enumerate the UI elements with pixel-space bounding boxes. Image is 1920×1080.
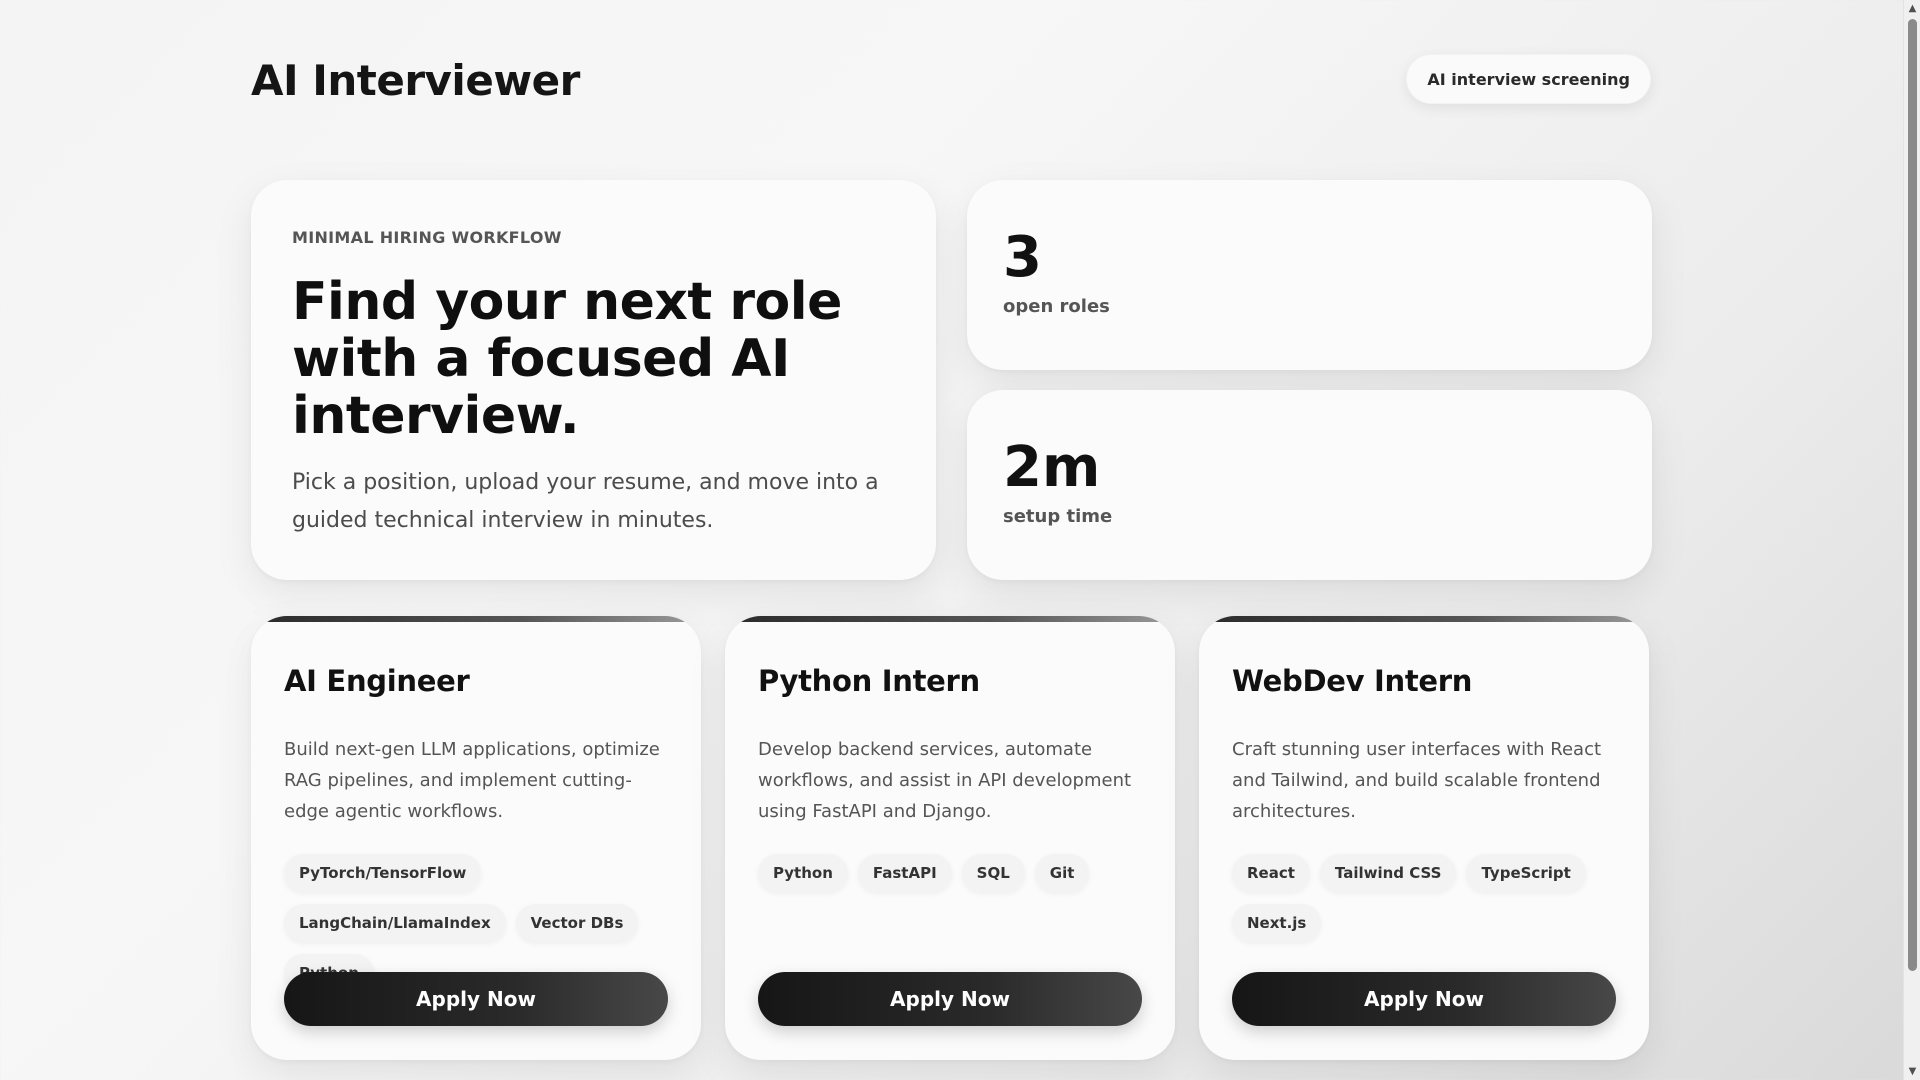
- job-description: Craft stunning user interfaces with Reac…: [1232, 739, 1602, 822]
- apply-now-button-ai-engineer[interactable]: Apply Now: [284, 972, 668, 1026]
- skill-tag: Next.js: [1232, 904, 1322, 942]
- vertical-scrollbar[interactable]: ▲ ▼: [1903, 0, 1920, 1080]
- stat-value: 3: [1003, 225, 1042, 290]
- job-description: Build next-gen LLM applications, optimiz…: [284, 739, 660, 822]
- skill-tag: React: [1232, 854, 1310, 892]
- hero-description: Pick a position, upload your resume, and…: [292, 470, 879, 533]
- job-description: Develop backend services, automate workf…: [758, 739, 1132, 822]
- stat-label: setup time: [1003, 506, 1113, 527]
- hero-eyebrow: MINIMAL HIRING WORKFLOW: [292, 228, 562, 247]
- skill-tag: Vector DBs: [515, 904, 639, 942]
- job-title: Python Intern: [758, 664, 980, 698]
- apply-now-button-webdev-intern[interactable]: Apply Now: [1232, 972, 1616, 1026]
- screening-badge: AI interview screening: [1406, 54, 1651, 104]
- app-title: AI Interviewer: [251, 56, 580, 105]
- hero-title: Find your next role with a focused AI in…: [292, 272, 842, 446]
- apply-now-button-python-intern[interactable]: Apply Now: [758, 972, 1142, 1026]
- skill-tag: SQL: [961, 854, 1025, 892]
- job-card-ai-engineer: AI Engineer Build next-gen LLM applicati…: [251, 616, 701, 1060]
- skill-tag: PyTorch/TensorFlow: [284, 854, 482, 892]
- scrollbar-thumb[interactable]: [1908, 19, 1917, 971]
- skill-tag: FastAPI: [857, 854, 952, 892]
- job-card-accent-bar: [251, 616, 701, 622]
- stat-value: 2m: [1003, 435, 1101, 500]
- skill-tag: Tailwind CSS: [1319, 854, 1457, 892]
- stat-card-open-roles: 3 open roles: [967, 180, 1652, 370]
- job-card-webdev-intern: WebDev Intern Craft stunning user interf…: [1199, 616, 1649, 1060]
- job-card-accent-bar: [1199, 616, 1649, 622]
- stat-label: open roles: [1003, 296, 1110, 317]
- job-title: AI Engineer: [284, 664, 470, 698]
- header: AI Interviewer AI interview screening: [251, 54, 1651, 110]
- skill-tags: React Tailwind CSS TypeScript Next.js: [1232, 854, 1627, 942]
- scroll-up-arrow-icon[interactable]: ▲: [1904, 0, 1920, 17]
- job-title: WebDev Intern: [1232, 664, 1473, 698]
- job-card-python-intern: Python Intern Develop backend services, …: [725, 616, 1175, 1060]
- job-card-accent-bar: [725, 616, 1175, 622]
- skill-tag: Git: [1034, 854, 1090, 892]
- skill-tag: LangChain/LlamaIndex: [284, 904, 506, 942]
- stat-card-setup-time: 2m setup time: [967, 390, 1652, 580]
- skill-tags: Python FastAPI SQL Git: [758, 854, 1153, 892]
- scroll-down-arrow-icon[interactable]: ▼: [1904, 1063, 1920, 1080]
- skill-tag: Python: [758, 854, 848, 892]
- hero-card: MINIMAL HIRING WORKFLOW Find your next r…: [251, 180, 936, 580]
- skill-tag: TypeScript: [1466, 854, 1586, 892]
